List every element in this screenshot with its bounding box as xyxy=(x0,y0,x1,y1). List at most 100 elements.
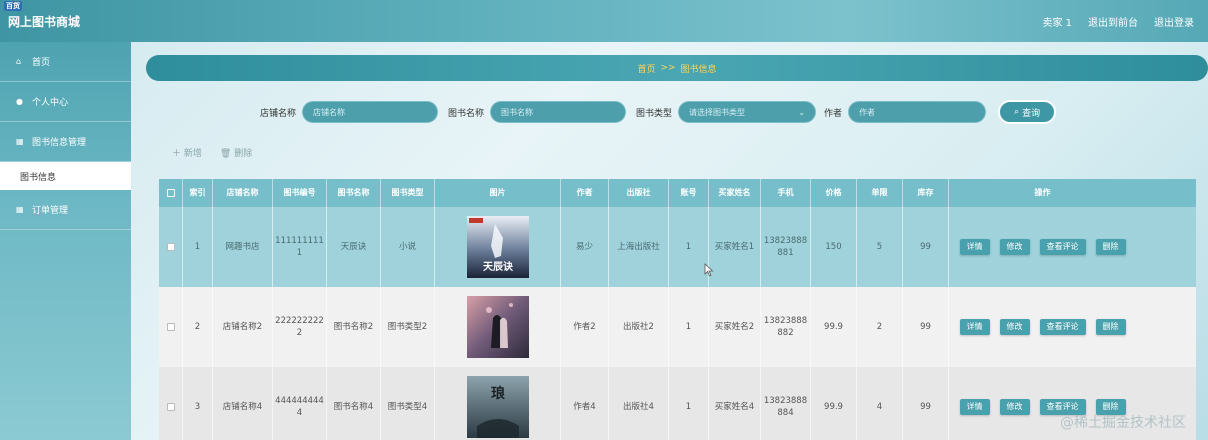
author-input[interactable]: 作者 xyxy=(848,101,987,123)
view-reviews-button[interactable]: 查看评论 xyxy=(1039,239,1086,255)
cell-ops: 详情 修改 查看评论 删除 xyxy=(949,287,1136,367)
sidebar-item-label: 个人中心 xyxy=(32,98,69,108)
row-select-cell xyxy=(159,207,183,287)
cell-author: 作者4 xyxy=(561,367,609,440)
app-title: 网上图书商城 xyxy=(8,14,81,29)
cell-index: 2 xyxy=(183,287,213,367)
bulk-delete-button[interactable]: 🗑 删除 xyxy=(220,146,252,159)
logo-badge: 百货 xyxy=(4,0,22,11)
cell-buyer: 买家姓名2 xyxy=(709,287,761,367)
cell-index: 1 xyxy=(183,207,213,287)
col-header: 库存 xyxy=(903,179,949,207)
store-name-input[interactable]: 店铺名称 xyxy=(302,101,439,123)
col-header: 作者 xyxy=(561,179,609,207)
sidebar-item-book-management[interactable]: ▦ 图书信息管理 xyxy=(0,122,131,162)
top-bar: 百货 网上图书商城 卖家 1 退出到前台 退出登录 xyxy=(0,0,1208,42)
row-checkbox[interactable] xyxy=(166,243,175,251)
actions-row: ＋ 新增 🗑 删除 xyxy=(172,146,252,159)
delete-button[interactable]: 删除 xyxy=(1095,239,1126,255)
row-checkbox[interactable] xyxy=(166,323,175,331)
col-header: 图书名称 xyxy=(327,179,381,207)
cell-type: 图书类型4 xyxy=(381,367,435,440)
breadcrumb: 首页 >> 图书信息 xyxy=(146,55,1208,81)
cell-price: 150 xyxy=(811,207,857,287)
book-cover-image: 琅 xyxy=(466,376,529,438)
back-to-frontend-link[interactable]: 退出到前台 xyxy=(1088,14,1138,29)
sidebar-subitem-book-info[interactable]: 图书信息 xyxy=(0,162,131,190)
cell-type: 图书类型2 xyxy=(381,287,435,367)
select-all-cell xyxy=(159,179,183,207)
sidebar-item-home[interactable]: ⌂ 首页 xyxy=(0,42,131,82)
sidebar-item-profile[interactable]: ● 个人中心 xyxy=(0,82,131,122)
cell-publisher: 上海出版社 xyxy=(609,207,669,287)
col-header: 账号 xyxy=(669,179,709,207)
col-header: 手机 xyxy=(761,179,811,207)
cell-publisher: 出版社4 xyxy=(609,367,669,440)
cover-title: 琅 xyxy=(491,385,506,402)
grid-icon: ▦ xyxy=(16,137,24,146)
add-button-label: 新增 xyxy=(183,149,202,159)
breadcrumb-current: 图书信息 xyxy=(680,64,717,75)
col-header: 价格 xyxy=(811,179,857,207)
detail-button[interactable]: 详情 xyxy=(959,319,990,335)
book-table: 索引 店铺名称 图书编号 图书名称 图书类型 图片 作者 出版社 账号 买家姓名… xyxy=(159,179,1196,440)
col-header: 图书类型 xyxy=(381,179,435,207)
brand: 百货 网上图书商城 xyxy=(4,0,81,30)
cell-image: 天辰诀 xyxy=(435,207,561,287)
cell-stock: 99 xyxy=(903,287,949,367)
cell-account: 1 xyxy=(669,207,709,287)
edit-button[interactable]: 修改 xyxy=(999,319,1030,335)
store-name-label: 店铺名称 xyxy=(260,108,297,119)
col-header: 出版社 xyxy=(609,179,669,207)
col-header: 店铺名称 xyxy=(213,179,273,207)
cell-account: 1 xyxy=(669,367,709,440)
cell-buyer: 买家姓名1 xyxy=(709,207,761,287)
sidebar-item-orders[interactable]: ▦ 订单管理 xyxy=(0,190,131,230)
cell-type: 小说 xyxy=(381,207,435,287)
row-checkbox[interactable] xyxy=(166,403,175,411)
book-name-input[interactable]: 图书名称 xyxy=(490,101,627,123)
home-icon: ⌂ xyxy=(16,57,22,66)
cell-phone: 13823888882 xyxy=(761,287,811,367)
cell-ops: 详情 修改 查看评论 删除 xyxy=(949,207,1136,287)
select-all-checkbox[interactable] xyxy=(166,189,175,197)
cell-name: 图书名称2 xyxy=(327,287,381,367)
cell-image xyxy=(435,287,561,367)
sidebar-item-label: 订单管理 xyxy=(32,206,69,216)
cell-code: 4444444444 xyxy=(273,367,327,440)
search-icon: ⌕ xyxy=(1014,107,1020,117)
cell-phone: 13823888884 xyxy=(761,367,811,440)
book-cover-image xyxy=(466,296,529,358)
table-row: 2 店铺名称2 2222222222 图书名称2 图书类型2 作者2 出版社2 … xyxy=(159,287,1196,367)
view-reviews-button[interactable]: 查看评论 xyxy=(1039,319,1086,335)
book-type-placeholder: 请选择图书类型 xyxy=(689,107,746,117)
cell-phone: 13823888881 xyxy=(761,207,811,287)
detail-button[interactable]: 详情 xyxy=(959,399,990,415)
sidebar: ⌂ 首页 ● 个人中心 ▦ 图书信息管理 图书信息 ▦ 订单管理 xyxy=(0,42,131,440)
watermark: @稀土掘金技术社区 xyxy=(1060,415,1186,431)
cell-name: 天辰诀 xyxy=(327,207,381,287)
query-button[interactable]: ⌕ 查询 xyxy=(998,100,1057,124)
mouse-pointer-icon xyxy=(704,263,714,277)
table-row: 3 店铺名称4 4444444444 图书名称4 图书类型4 琅 作者4 出版社… xyxy=(159,367,1196,440)
logout-link[interactable]: 退出登录 xyxy=(1154,14,1194,29)
edit-button[interactable]: 修改 xyxy=(999,239,1030,255)
current-user: 卖家 1 xyxy=(1042,17,1072,29)
bulk-delete-label: 删除 xyxy=(234,149,253,159)
plus-icon: ＋ xyxy=(172,149,184,159)
author-label: 作者 xyxy=(824,108,843,119)
col-header: 操作 xyxy=(1034,188,1051,198)
search-row: 店铺名称 店铺名称 图书名称 图书名称 图书类型 请选择图书类型 ⌄ 作者 作者… xyxy=(260,100,1057,124)
query-button-label: 查询 xyxy=(1022,108,1041,119)
top-right-menu: 卖家 1 退出到前台 退出登录 xyxy=(1042,14,1194,29)
user-icon: ● xyxy=(16,97,23,106)
breadcrumb-home[interactable]: 首页 xyxy=(637,62,655,75)
row-actions: 详情 修改 查看评论 删除 xyxy=(958,319,1128,335)
edit-button[interactable]: 修改 xyxy=(999,399,1030,415)
detail-button[interactable]: 详情 xyxy=(959,239,990,255)
add-button[interactable]: ＋ 新增 xyxy=(172,146,202,159)
cell-name: 图书名称4 xyxy=(327,367,381,440)
delete-button[interactable]: 删除 xyxy=(1095,319,1126,335)
book-type-label: 图书类型 xyxy=(636,108,673,119)
book-type-select[interactable]: 请选择图书类型 ⌄ xyxy=(678,101,817,123)
